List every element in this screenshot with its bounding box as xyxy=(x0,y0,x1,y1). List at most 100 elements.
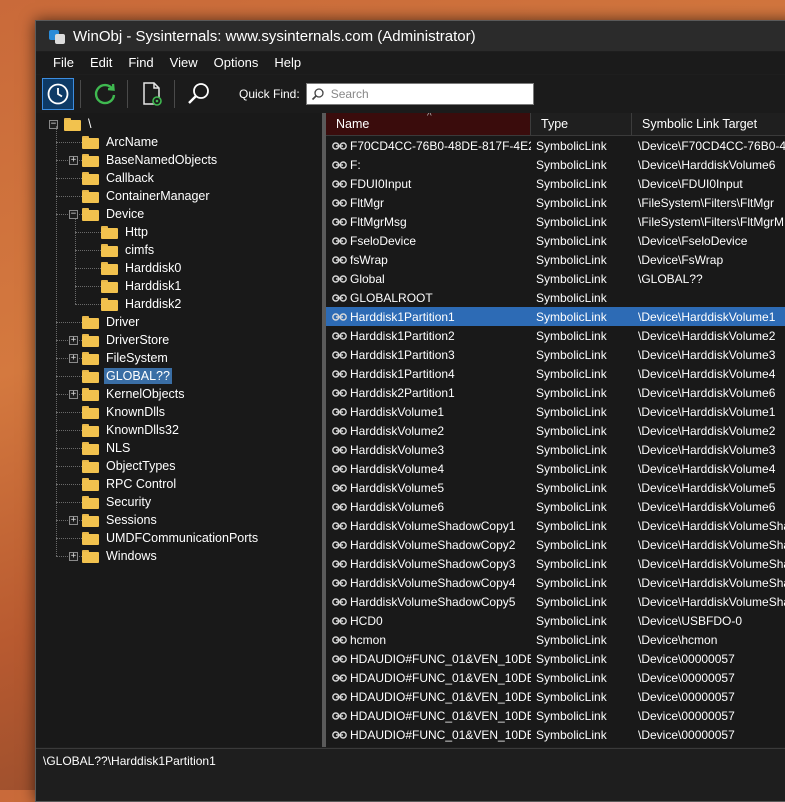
tree-item[interactable]: UMDFCommunicationPorts xyxy=(82,529,260,547)
object-name: hcmon xyxy=(350,632,387,647)
menu-file[interactable]: File xyxy=(36,52,82,74)
list-row[interactable]: HDAUDIO#FUNC_01&VEN_10DE... SymbolicLink \… xyxy=(326,649,785,668)
list-row[interactable]: FltMgr SymbolicLink \FileSystem\Filters\Fl… xyxy=(326,193,785,212)
list-row[interactable]: GLOBALROOT SymbolicLink xyxy=(326,288,785,307)
column-header-type[interactable]: Type xyxy=(531,113,632,135)
menu-bar: File Edit Find View Options Help xyxy=(36,52,785,74)
menu-options[interactable]: Options xyxy=(206,52,267,74)
tree-item[interactable]: DriverStore xyxy=(82,331,171,349)
list-row[interactable]: FseloDevice SymbolicLink \Device\FseloDevi… xyxy=(326,231,785,250)
tree-item[interactable]: FileSystem xyxy=(82,349,170,367)
tree-item[interactable]: Device xyxy=(82,205,146,223)
folder-icon xyxy=(101,243,118,257)
list-row[interactable]: HarddiskVolumeShadowCopy3 SymbolicLink \De… xyxy=(326,554,785,573)
auto-refresh-button[interactable] xyxy=(42,78,74,110)
object-name: FltMgrMsg xyxy=(350,214,407,229)
quick-find-input[interactable] xyxy=(328,86,523,102)
list-row[interactable]: HDAUDIO#FUNC_01&VEN_10DE... SymbolicLink \… xyxy=(326,725,785,744)
list-row[interactable]: hcmon SymbolicLink \Device\hcmon xyxy=(326,630,785,649)
find-button[interactable] xyxy=(183,78,215,110)
list-row[interactable]: HarddiskVolumeShadowCopy2 SymbolicLink \De… xyxy=(326,535,785,554)
tree-item[interactable]: ArcName xyxy=(82,133,160,151)
tree-connector xyxy=(75,232,101,233)
folder-icon xyxy=(82,207,99,221)
list-row[interactable]: HarddiskVolume1 SymbolicLink \Device\Hardd… xyxy=(326,402,785,421)
list-row[interactable]: HDAUDIO#FUNC_01&VEN_10DE... SymbolicLink \… xyxy=(326,687,785,706)
expand-icon[interactable]: + xyxy=(69,552,78,561)
list-row[interactable]: HarddiskVolume3 SymbolicLink \Device\Hardd… xyxy=(326,440,785,459)
tree-item[interactable]: Security xyxy=(82,493,153,511)
tree-item[interactable]: Sessions xyxy=(82,511,159,529)
list-row[interactable]: HCD0 SymbolicLink \Device\USBFDO-0 xyxy=(326,611,785,630)
quick-find-box[interactable] xyxy=(305,83,534,105)
collapse-icon[interactable]: − xyxy=(69,210,78,219)
menu-edit[interactable]: Edit xyxy=(82,52,120,74)
title-bar: WinObj - Sysinternals: www.sysinternals.… xyxy=(36,21,785,51)
tree-connector xyxy=(56,376,82,377)
list-cell-name: HarddiskVolumeShadowCopy5 xyxy=(332,595,531,609)
list-row[interactable]: HarddiskVolume5 SymbolicLink \Device\Hardd… xyxy=(326,478,785,497)
list-row[interactable]: FltMgrMsg SymbolicLink \FileSystem\Filters… xyxy=(326,212,785,231)
tree-item[interactable]: ObjectTypes xyxy=(82,457,177,475)
object-list[interactable]: ^ Name Type Symbolic Link Target F70CD4C… xyxy=(326,113,785,747)
list-cell-type: SymbolicLink xyxy=(536,233,607,248)
list-row[interactable]: HarddiskVolume4 SymbolicLink \Device\Hardd… xyxy=(326,459,785,478)
folder-icon xyxy=(82,495,99,509)
tree-item[interactable]: KnownDlls32 xyxy=(82,421,181,439)
column-header-target[interactable]: Symbolic Link Target xyxy=(632,113,785,135)
list-row[interactable]: F: SymbolicLink \Device\HarddiskVolume6 xyxy=(326,155,785,174)
menu-help[interactable]: Help xyxy=(266,52,309,74)
tree-connector xyxy=(56,142,82,143)
list-row[interactable]: Harddisk1Partition4 SymbolicLink \Device\H… xyxy=(326,364,785,383)
expand-icon[interactable]: + xyxy=(69,156,78,165)
tree-item[interactable]: NLS xyxy=(82,439,132,457)
menu-view[interactable]: View xyxy=(162,52,206,74)
list-row[interactable]: HarddiskVolumeShadowCopy1 SymbolicLink \De… xyxy=(326,516,785,535)
menu-find[interactable]: Find xyxy=(120,52,161,74)
tree-item[interactable]: KnownDlls xyxy=(82,403,167,421)
expand-icon[interactable]: + xyxy=(69,336,78,345)
object-name: HarddiskVolumeShadowCopy5 xyxy=(350,594,516,609)
tree-item[interactable]: Http xyxy=(101,223,150,241)
expand-icon[interactable]: + xyxy=(69,516,78,525)
tree-item-label: UMDFCommunicationPorts xyxy=(106,531,259,545)
tree-item[interactable]: GLOBAL?? xyxy=(82,367,172,385)
column-header-name[interactable]: ^ Name xyxy=(326,113,531,135)
tree-item[interactable]: Callback xyxy=(82,169,156,187)
list-row[interactable]: fsWrap SymbolicLink \Device\FsWrap xyxy=(326,250,785,269)
list-row[interactable]: Harddisk2Partition1 SymbolicLink \Device\H… xyxy=(326,383,785,402)
list-row[interactable]: HarddiskVolume2 SymbolicLink \Device\Hardd… xyxy=(326,421,785,440)
tree-item[interactable]: ContainerManager xyxy=(82,187,212,205)
tree-item[interactable]: Harddisk0 xyxy=(101,259,183,277)
expand-icon[interactable]: + xyxy=(69,354,78,363)
folder-icon xyxy=(101,225,118,239)
list-row[interactable]: F70CD4CC-76B0-48DE-817F-4E2... SymbolicLi… xyxy=(326,136,785,155)
list-row[interactable]: Harddisk1Partition2 SymbolicLink \Device\H… xyxy=(326,326,785,345)
list-cell-target: \Device\HarddiskVolumeSha xyxy=(638,537,785,552)
tree-item[interactable]: Windows xyxy=(82,547,159,565)
expand-icon[interactable]: + xyxy=(69,390,78,399)
list-row[interactable]: HarddiskVolumeShadowCopy5 SymbolicLink \De… xyxy=(326,592,785,611)
properties-button[interactable] xyxy=(136,78,168,110)
list-row[interactable]: HDAUDIO#FUNC_01&VEN_10DE... SymbolicLink \… xyxy=(326,706,785,725)
tree-item[interactable]: cimfs xyxy=(101,241,156,259)
list-row[interactable]: Harddisk1Partition1 SymbolicLink \Device\H… xyxy=(326,307,785,326)
tree-item[interactable]: Harddisk1 xyxy=(101,277,183,295)
tree-item[interactable]: KernelObjects xyxy=(82,385,187,403)
list-cell-target: \Device\USBFDO-0 xyxy=(638,613,743,628)
list-row[interactable]: Harddisk1Partition3 SymbolicLink \Device\H… xyxy=(326,345,785,364)
list-cell-target: \Device\hcmon xyxy=(638,632,718,647)
list-row[interactable]: FDUI0Input SymbolicLink \Device\FDUI0Input xyxy=(326,174,785,193)
refresh-button[interactable] xyxy=(89,78,121,110)
list-row[interactable]: HarddiskVolumeShadowCopy4 SymbolicLink \De… xyxy=(326,573,785,592)
symbolic-link-icon xyxy=(332,559,350,568)
object-tree[interactable]: − \ ArcName + BaseNamedObjects Callback Cont… xyxy=(36,113,322,747)
tree-item[interactable]: RPC Control xyxy=(82,475,178,493)
tree-item[interactable]: Harddisk2 xyxy=(101,295,183,313)
symbolic-link-icon xyxy=(332,578,350,587)
list-row[interactable]: HarddiskVolume6 SymbolicLink \Device\Hardd… xyxy=(326,497,785,516)
tree-item[interactable]: Driver xyxy=(82,313,141,331)
list-row[interactable]: Global SymbolicLink \GLOBAL?? xyxy=(326,269,785,288)
tree-item[interactable]: BaseNamedObjects xyxy=(82,151,219,169)
list-row[interactable]: HDAUDIO#FUNC_01&VEN_10DE... SymbolicLink \… xyxy=(326,668,785,687)
